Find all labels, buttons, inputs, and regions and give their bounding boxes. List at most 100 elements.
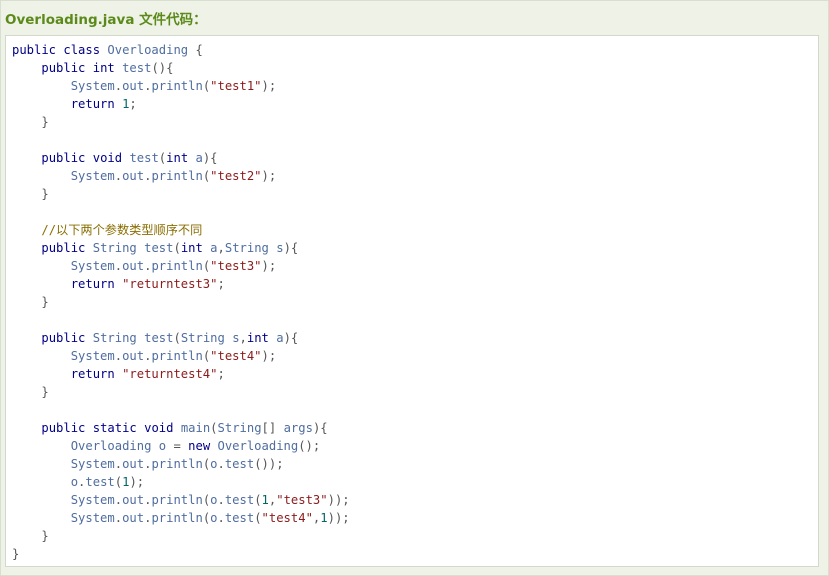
code-token: int — [92, 61, 115, 75]
code-line: public void test(int a){ — [12, 149, 818, 167]
code-token: , — [217, 241, 225, 255]
code-token: String — [217, 421, 262, 435]
code-token: } — [41, 529, 49, 543]
code-token: . — [217, 457, 225, 471]
code-token: test — [224, 457, 255, 471]
code-token: return — [70, 277, 115, 291]
code-token: String — [224, 241, 269, 255]
code-token: ){ — [283, 241, 299, 255]
code-token: . — [114, 349, 123, 363]
code-token: ); — [261, 259, 277, 273]
code-line: o.test(1); — [12, 473, 818, 491]
code-token: out — [122, 493, 145, 507]
code-token: . — [114, 169, 123, 183]
code-token: public — [41, 151, 86, 165]
code-token: ){ — [312, 421, 328, 435]
code-token: ){ — [202, 151, 218, 165]
code-token: o — [158, 439, 167, 453]
code-token: o — [210, 511, 218, 525]
code-line: } — [12, 185, 818, 203]
code-token: public — [41, 61, 86, 75]
code-token: System — [70, 493, 115, 507]
code-token: )); — [327, 493, 350, 507]
code-token: out — [122, 259, 145, 273]
code-line: System.out.println("test1"); — [12, 77, 818, 95]
code-token: } — [41, 115, 49, 129]
code-line: } — [12, 383, 818, 401]
code-token: "test4" — [261, 511, 313, 525]
code-token: System — [70, 259, 115, 273]
code-token: class — [63, 43, 101, 57]
code-token: (){ — [151, 61, 174, 75]
code-token: ( — [173, 331, 181, 345]
code-token: return — [70, 97, 115, 111]
code-token: ); — [261, 349, 277, 363]
code-token: test — [224, 493, 255, 507]
code-token: a — [276, 331, 284, 345]
code-token: System — [70, 79, 115, 93]
code-token: public — [41, 331, 86, 345]
code-token: println — [151, 349, 203, 363]
code-token: out — [122, 169, 145, 183]
code-token: test — [224, 511, 255, 525]
code-token: , — [239, 331, 247, 345]
code-token: . — [114, 457, 123, 471]
code-token: . — [114, 511, 123, 525]
code-token: . — [114, 259, 123, 273]
code-listing: public class Overloading { public int te… — [6, 36, 818, 563]
code-token: = — [173, 439, 181, 453]
code-token: out — [122, 511, 145, 525]
code-token: } — [41, 295, 49, 309]
code-token: ){ — [283, 331, 299, 345]
code-token: int — [180, 241, 203, 255]
code-line: public int test(){ — [12, 59, 818, 77]
code-token: ()); — [254, 457, 284, 471]
code-token: s — [232, 331, 240, 345]
code-token: ); — [261, 169, 277, 183]
code-token: test — [144, 331, 174, 345]
code-line: //以下两个参数类型顺序不同 — [12, 221, 818, 239]
code-example-panel: Overloading.java 文件代码： public class Over… — [0, 0, 829, 576]
code-token: "test3" — [210, 259, 262, 273]
code-token: test — [85, 475, 115, 489]
code-line: Overloading o = new Overloading(); — [12, 437, 818, 455]
code-token: ; — [217, 277, 225, 291]
code-line: System.out.println(o.test()); — [12, 455, 818, 473]
code-line: public class Overloading { — [12, 41, 818, 59]
code-token: public — [41, 241, 86, 255]
code-line: return "returntest4"; — [12, 365, 818, 383]
code-token: ( — [254, 493, 262, 507]
code-token: "test1" — [210, 79, 262, 93]
code-line: return "returntest3"; — [12, 275, 818, 293]
code-token: System — [70, 349, 115, 363]
code-token: String — [92, 241, 137, 255]
code-line: } — [12, 527, 818, 545]
code-token: //以下两个参数类型顺序不同 — [41, 223, 203, 237]
code-token: Overloading — [107, 43, 189, 57]
code-token: Overloading — [217, 439, 299, 453]
code-token: o — [210, 493, 218, 507]
code-token: . — [114, 79, 123, 93]
code-token: println — [151, 493, 203, 507]
